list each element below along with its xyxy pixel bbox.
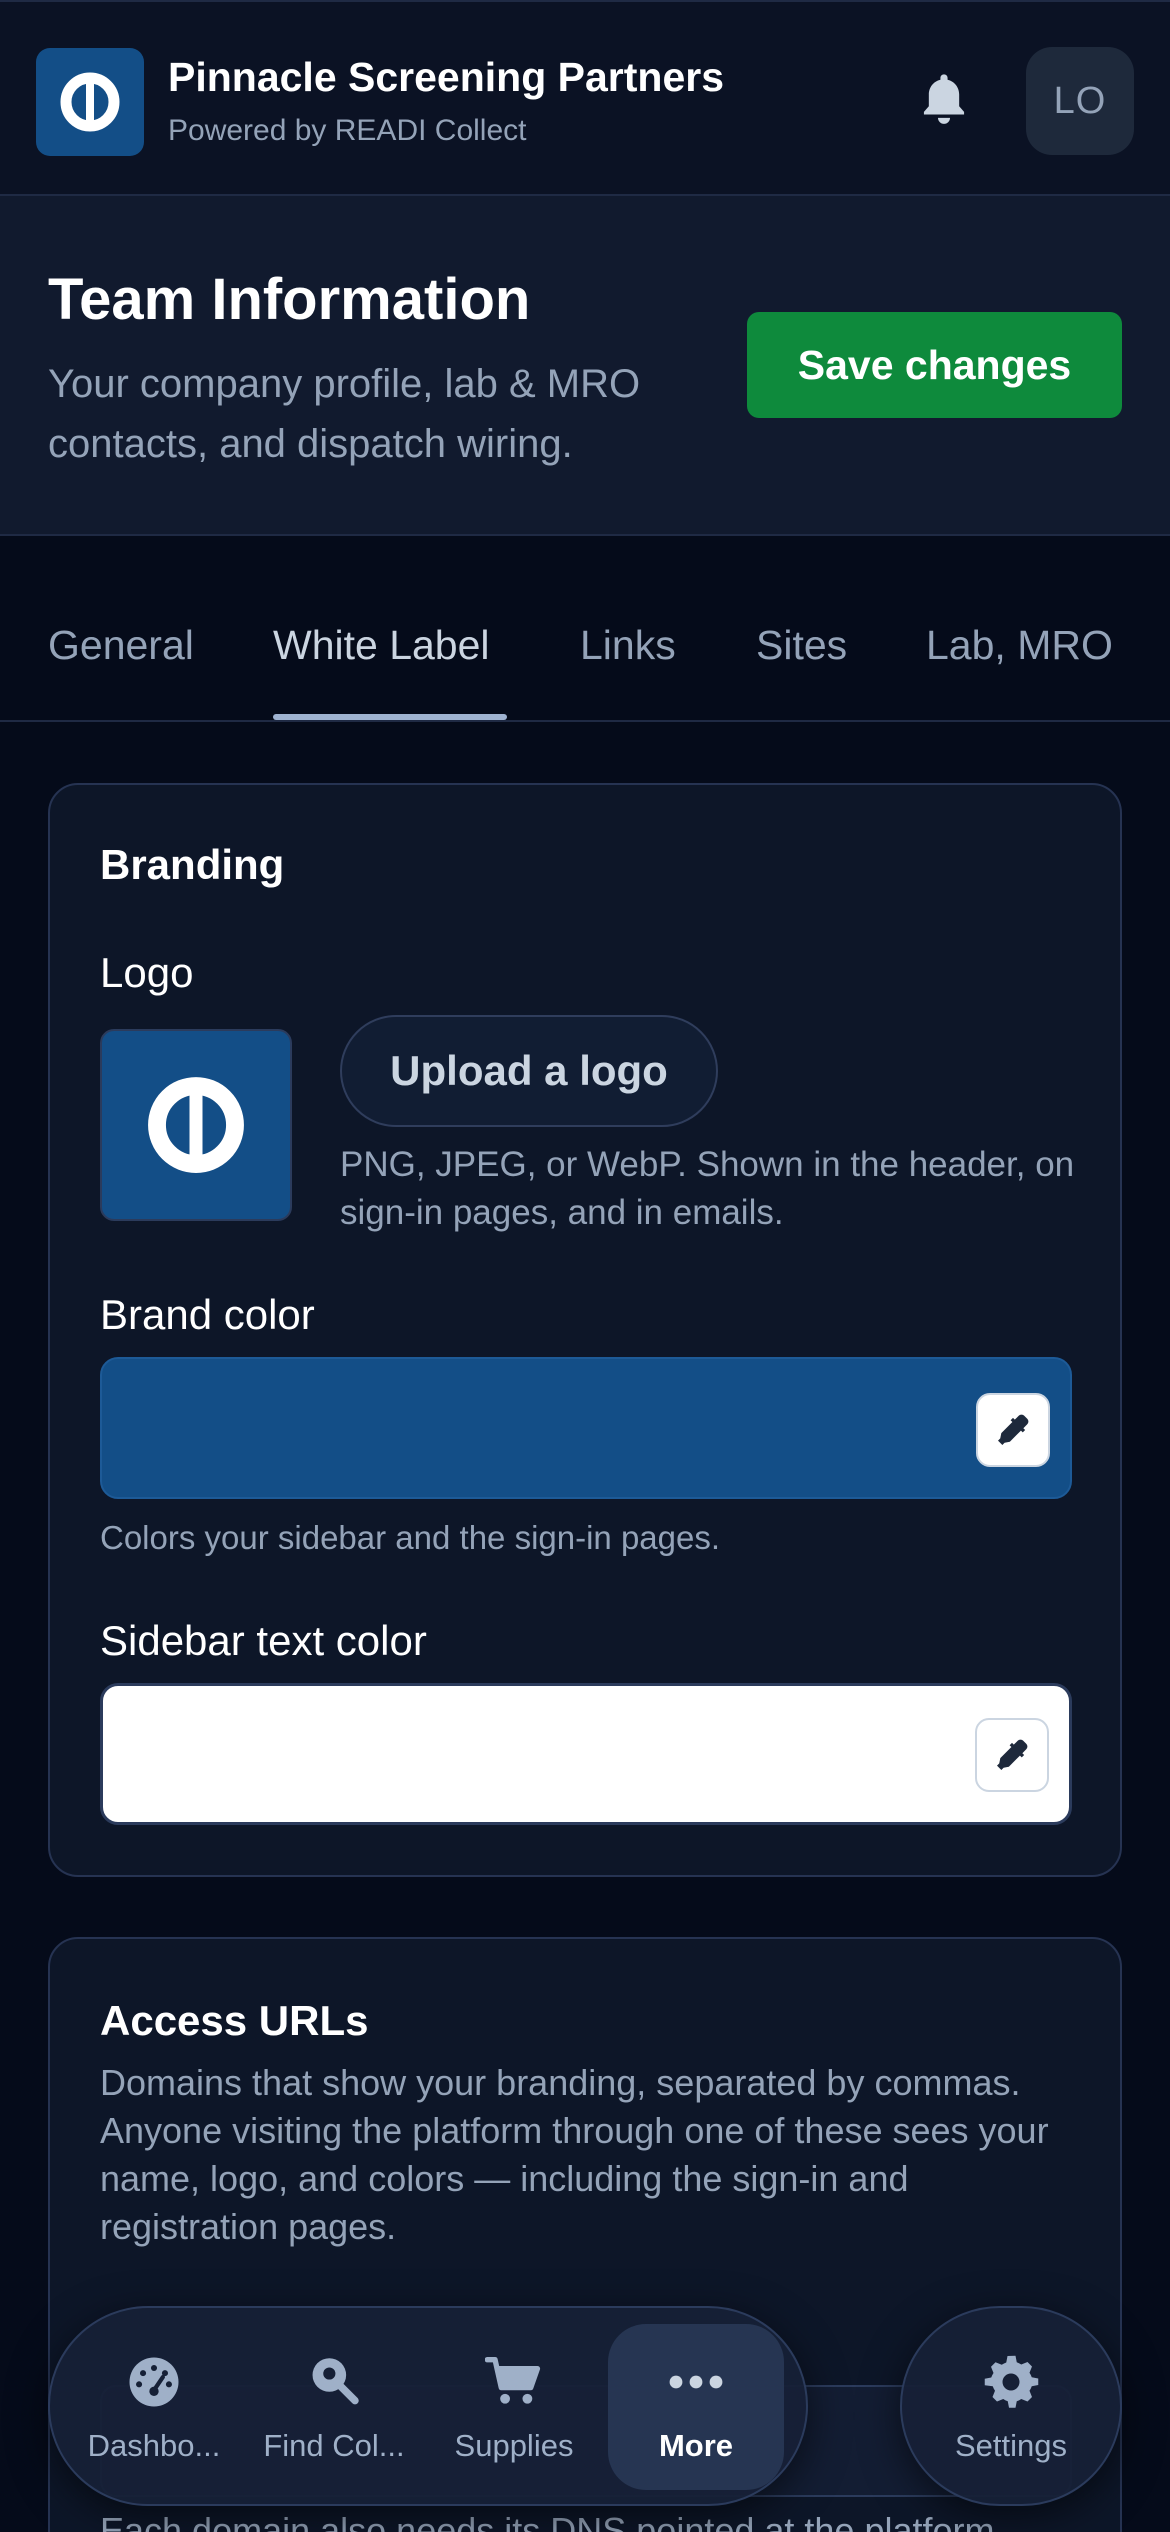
nav-settings-label: Settings <box>954 2428 1067 2463</box>
brand-color-picker-button[interactable] <box>976 1393 1050 1467</box>
nav-find-collector[interactable]: Find Col... <box>246 2324 422 2490</box>
access-urls-description: Domains that show your branding, separat… <box>100 2062 1049 2247</box>
user-avatar[interactable]: LO <box>1026 47 1134 155</box>
nav-more-label: More <box>658 2428 734 2463</box>
circle-bar-logo-icon <box>60 72 120 132</box>
brand-color-field[interactable] <box>100 1357 1072 1499</box>
branding-card: Branding Logo Upload a logo PNG, JPEG, o… <box>48 783 1122 1877</box>
nav-dashboard[interactable]: Dashbo... <box>66 2324 242 2490</box>
nav-supplies-label: Supplies <box>454 2428 574 2463</box>
tab-white-label[interactable]: White Label <box>273 622 490 669</box>
brand-logo[interactable] <box>36 48 144 156</box>
gear-icon <box>984 2355 1039 2408</box>
logo-label: Logo <box>100 949 194 996</box>
more-icon <box>669 2375 723 2389</box>
gauge-icon <box>129 2357 179 2407</box>
upload-logo-button[interactable]: Upload a logo <box>340 1015 718 1127</box>
bell-icon <box>923 74 965 124</box>
notifications-button[interactable] <box>912 68 976 132</box>
tab-links[interactable]: Links <box>580 622 676 669</box>
page-description: Your company profile, lab & MRO contacts… <box>48 362 641 466</box>
brand-color-label: Brand color <box>100 1291 315 1338</box>
access-urls-title: Access URLs <box>100 1997 369 2044</box>
eyedropper-icon <box>998 1414 1029 1445</box>
bottom-nav: Dashbo... Find Col... Supplies More <box>48 2306 808 2506</box>
branding-title: Branding <box>100 841 285 888</box>
circle-bar-logo-icon <box>148 1077 244 1173</box>
nav-more[interactable]: More <box>608 2324 784 2490</box>
logo-preview <box>100 1029 292 1221</box>
tab-lab-mro[interactable]: Lab, MRO <box>926 622 1113 669</box>
search-pin-icon <box>312 2358 359 2405</box>
nav-find-collector-label: Find Col... <box>263 2428 405 2463</box>
active-tab-indicator <box>273 714 507 720</box>
sidebar-text-color-field[interactable] <box>100 1683 1072 1825</box>
page-title: Team Information <box>48 267 531 332</box>
sidebar-text-color-picker-button[interactable] <box>975 1718 1049 1792</box>
tab-bar: General White Label Links Sites Lab, MRO <box>0 536 1170 722</box>
cart-icon <box>485 2357 541 2404</box>
eyedropper-icon <box>997 1739 1028 1770</box>
nav-dashboard-label: Dashbo... <box>87 2428 221 2463</box>
page-header: Team Information Your company profile, l… <box>0 196 1170 536</box>
sidebar-text-color-label: Sidebar text color <box>100 1617 427 1664</box>
brand-color-hint: Colors your sidebar and the sign-in page… <box>100 1519 721 1556</box>
nav-supplies[interactable]: Supplies <box>426 2324 602 2490</box>
tab-general[interactable]: General <box>48 622 194 669</box>
upload-hint: PNG, JPEG, or WebP. Shown in the header,… <box>340 1145 1075 1232</box>
nav-settings[interactable]: Settings <box>900 2306 1122 2506</box>
app-subtitle: Powered by READI Collect <box>168 114 527 147</box>
save-changes-button[interactable]: Save changes <box>747 312 1122 418</box>
app-name: Pinnacle Screening Partners <box>168 54 725 100</box>
dns-note: Each domain also needs its DNS pointed a… <box>100 2510 995 2532</box>
app-bar: Pinnacle Screening Partners Powered by R… <box>0 0 1170 196</box>
tab-sites[interactable]: Sites <box>756 622 847 669</box>
